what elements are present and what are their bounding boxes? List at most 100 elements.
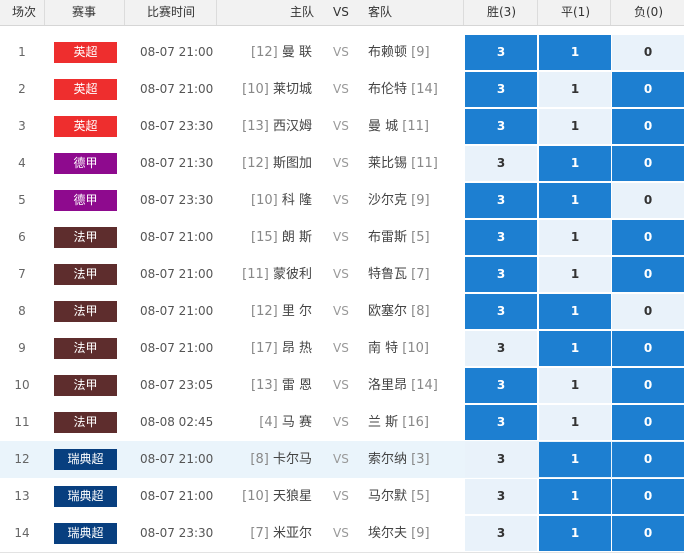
win-option[interactable]: 3 — [465, 442, 537, 477]
league-badge[interactable]: 德甲 — [54, 190, 117, 211]
league-badge[interactable]: 法甲 — [54, 338, 117, 359]
away-team[interactable]: 特鲁瓦 [7] — [368, 256, 430, 293]
league-badge[interactable]: 法甲 — [54, 264, 117, 285]
win-option[interactable]: 3 — [465, 109, 537, 144]
win-option[interactable]: 3 — [465, 368, 537, 403]
draw-option[interactable]: 1 — [539, 109, 611, 144]
match-number: 8 — [18, 304, 26, 318]
league-badge[interactable]: 法甲 — [54, 227, 117, 248]
league-badge[interactable]: 英超 — [54, 79, 117, 100]
vs-label: VS — [333, 341, 349, 355]
match-number: 14 — [14, 526, 30, 540]
away-team[interactable]: 布伦特 [14] — [368, 71, 438, 108]
league-badge[interactable]: 法甲 — [54, 412, 117, 433]
away-team[interactable]: 兰 斯 [16] — [368, 404, 429, 441]
draw-option[interactable]: 1 — [539, 146, 611, 181]
lose-option[interactable]: 0 — [612, 109, 684, 144]
draw-option[interactable]: 1 — [539, 368, 611, 403]
away-team[interactable]: 莱比锡 [11] — [368, 145, 438, 182]
table-row: 11 法甲 08-08 02:45 [4] 马 赛 VS 兰 斯 [16] 3 1 0 — [0, 404, 684, 442]
win-option[interactable]: 3 — [465, 516, 537, 551]
draw-option[interactable]: 1 — [539, 35, 611, 70]
lose-option[interactable]: 0 — [612, 516, 684, 551]
away-rank: [14] — [411, 82, 438, 97]
league-badge[interactable]: 瑞典超 — [54, 523, 117, 544]
away-team-name: 索尔纳 — [368, 452, 408, 467]
header-vs: VS — [333, 5, 349, 19]
league-badge[interactable]: 英超 — [54, 42, 117, 63]
header-lose: 负(0) — [634, 5, 663, 19]
home-team[interactable]: [4] 马 赛 — [259, 404, 312, 441]
lose-option[interactable]: 0 — [612, 331, 684, 366]
league-badge[interactable]: 法甲 — [54, 375, 117, 396]
away-team-name: 沙尔克 — [368, 193, 408, 208]
away-rank: [10] — [402, 341, 429, 356]
draw-option[interactable]: 1 — [539, 405, 611, 440]
win-option[interactable]: 3 — [465, 331, 537, 366]
league-badge[interactable]: 德甲 — [54, 153, 117, 174]
draw-option[interactable]: 1 — [539, 516, 611, 551]
home-rank: [17] — [251, 341, 278, 356]
win-option[interactable]: 3 — [465, 146, 537, 181]
draw-option[interactable]: 1 — [539, 479, 611, 514]
home-team[interactable]: [12] 曼 联 — [251, 34, 312, 71]
match-number: 10 — [14, 378, 30, 392]
lose-option[interactable]: 0 — [612, 368, 684, 403]
away-team[interactable]: 马尔默 [5] — [368, 478, 430, 515]
win-option[interactable]: 3 — [465, 35, 537, 70]
away-team[interactable]: 洛里昂 [14] — [368, 367, 438, 404]
league-badge[interactable]: 瑞典超 — [54, 449, 117, 470]
home-team[interactable]: [15] 朗 斯 — [251, 219, 312, 256]
home-team[interactable]: [11] 蒙彼利 — [242, 256, 312, 293]
home-team[interactable]: [7] 米亚尔 — [250, 515, 312, 552]
lose-option[interactable]: 0 — [612, 220, 684, 255]
win-option[interactable]: 3 — [465, 294, 537, 329]
home-team[interactable]: [12] 里 尔 — [251, 293, 312, 330]
lose-option[interactable]: 0 — [612, 257, 684, 292]
lose-option[interactable]: 0 — [612, 146, 684, 181]
draw-option[interactable]: 1 — [539, 331, 611, 366]
win-option[interactable]: 3 — [465, 183, 537, 218]
home-team[interactable]: [12] 斯图加 — [242, 145, 312, 182]
lose-option[interactable]: 0 — [612, 35, 684, 70]
away-team[interactable]: 索尔纳 [3] — [368, 441, 430, 478]
home-team[interactable]: [13] 西汉姆 — [242, 108, 312, 145]
home-team[interactable]: [10] 莱切城 — [242, 71, 312, 108]
win-option[interactable]: 3 — [465, 220, 537, 255]
home-team[interactable]: [8] 卡尔马 — [250, 441, 312, 478]
draw-option[interactable]: 1 — [539, 220, 611, 255]
away-team[interactable]: 南 特 [10] — [368, 330, 429, 367]
away-team[interactable]: 欧塞尔 [8] — [368, 293, 430, 330]
away-team[interactable]: 布赖顿 [9] — [368, 34, 430, 71]
lose-option[interactable]: 0 — [612, 183, 684, 218]
draw-option[interactable]: 1 — [539, 294, 611, 329]
league-badge[interactable]: 英超 — [54, 116, 117, 137]
draw-option[interactable]: 1 — [539, 72, 611, 107]
lose-option[interactable]: 0 — [612, 479, 684, 514]
draw-option[interactable]: 1 — [539, 257, 611, 292]
home-team[interactable]: [13] 雷 恩 — [251, 367, 312, 404]
win-option[interactable]: 3 — [465, 72, 537, 107]
draw-option[interactable]: 1 — [539, 442, 611, 477]
win-option[interactable]: 3 — [465, 479, 537, 514]
home-team-name: 卡尔马 — [272, 452, 312, 467]
lose-option[interactable]: 0 — [612, 442, 684, 477]
win-option[interactable]: 3 — [465, 257, 537, 292]
lose-option[interactable]: 0 — [612, 72, 684, 107]
league-badge[interactable]: 瑞典超 — [54, 486, 117, 507]
home-rank: [10] — [242, 82, 269, 97]
draw-option[interactable]: 1 — [539, 183, 611, 218]
away-team[interactable]: 布雷斯 [5] — [368, 219, 430, 256]
home-team[interactable]: [17] 昂 热 — [251, 330, 312, 367]
away-team[interactable]: 埃尔夫 [9] — [368, 515, 430, 552]
away-team[interactable]: 曼 城 [11] — [368, 108, 429, 145]
home-team[interactable]: [10] 天狼星 — [242, 478, 312, 515]
lose-option[interactable]: 0 — [612, 405, 684, 440]
win-option[interactable]: 3 — [465, 405, 537, 440]
lose-option[interactable]: 0 — [612, 294, 684, 329]
table-header: 场次 赛事 比赛时间 主队 VS 客队 胜(3) 平(1) 负(0) — [0, 0, 684, 26]
home-team[interactable]: [10] 科 隆 — [251, 182, 312, 219]
away-team[interactable]: 沙尔克 [9] — [368, 182, 430, 219]
vs-label: VS — [333, 452, 349, 466]
league-badge[interactable]: 法甲 — [54, 301, 117, 322]
